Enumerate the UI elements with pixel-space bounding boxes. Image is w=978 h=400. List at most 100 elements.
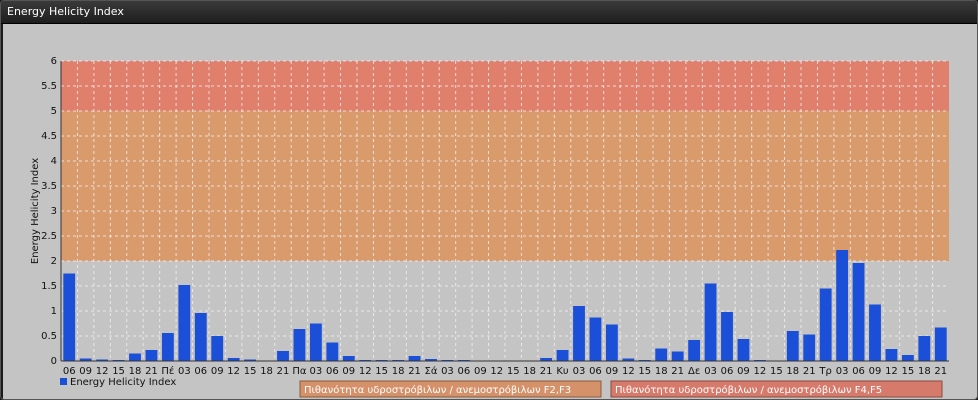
x-tick-label: 03 [178,366,191,377]
x-tick-label: 21 [934,366,947,377]
x-tick-label: 21 [145,366,158,377]
energy-helicity-chart: 00.511.522.533.544.555.56 06 09 12 15 18 21 Πέ… [30,56,949,398]
x-tick-label: 09 [342,366,355,377]
band-legend-f4-f5: Πιθανότητα υδροστρόβιλων / ανεμοστρόβιλω… [610,380,943,398]
x-tick-label: 12 [754,366,767,377]
x-tick-label: 18 [918,366,931,377]
bar [688,340,701,361]
band-legend-f2-f3: Πιθανότητα υδροστρόβιλων / ανεμοστρόβιλω… [299,380,602,398]
bar [63,273,76,361]
x-tick-label: 12 [96,366,109,377]
bar [178,285,191,361]
band-legend-label-f2-f3: Πιθανότητα υδροστρόβιλων / ανεμοστρόβιλω… [304,384,571,396]
y-tick-label: 5 [51,106,57,117]
x-tick-label: 15 [375,366,388,377]
bar [129,353,141,361]
x-tick-label: 15 [244,366,257,377]
y-tick-label: 5.5 [41,81,57,92]
y-tick-label: 2.5 [41,231,57,242]
chart-window: Energy Helicity Index 0 0.5 1 1.5 2 2.5 3 3.5 4 4… [0,0,978,400]
legend-swatch [60,378,67,385]
x-tick-label: 06 [721,366,734,377]
bar [326,342,339,361]
y-tick-label: 0 [51,356,57,367]
bar [721,312,733,361]
bar [194,313,207,361]
x-tick-label: 21 [671,366,684,377]
x-tick-label: 21 [277,366,290,377]
bar [901,355,914,361]
bar [704,283,717,361]
x-tick-label: 18 [786,366,799,377]
bar [852,263,865,361]
x-tick-label: 21 [540,366,553,377]
x-tick-label: 09 [211,366,224,377]
x-tick-label: 15 [638,366,651,377]
x-tick-label: 09 [79,366,92,377]
y-tick-label: 0.5 [41,331,57,342]
y-tick-label: 1 [51,306,57,317]
x-tick-label: 21 [803,366,816,377]
x-tick-label: 06 [852,366,865,377]
chart-panel: 0 0.5 1 1.5 2 2.5 3 3.5 4 4.5 5 5.5 6 06 09 12 15 18 21 Πέ… [3,24,977,399]
x-tick-label: 21 [408,366,421,377]
y-tick-labels: 0 0.5 1 1.5 2 2.5 3 3.5 4 4.5 5 5.5 6 [41,56,57,367]
bar [309,323,322,361]
y-tick-label: 2 [51,256,57,267]
bar [836,250,849,361]
bar [293,329,306,361]
x-tick-label: 12 [885,366,898,377]
x-tick-label: Τρ [818,366,831,377]
bar [211,336,224,361]
bar [342,356,355,361]
y-tick-label: 1.5 [41,281,57,292]
bar [934,327,947,361]
bar [671,351,684,361]
x-tick-label: 15 [507,366,520,377]
x-tick-label: 03 [704,366,717,377]
bar [786,331,799,361]
y-tick-label: 6 [51,56,57,67]
x-tick-label: 03 [836,366,849,377]
window-title: Energy Helicity Index [7,5,124,18]
x-tick-label: 12 [227,366,240,377]
x-tick-label: 18 [655,366,668,377]
x-tick-label: 06 [458,366,471,377]
bar [737,339,750,361]
x-tick-label: 18 [523,366,536,377]
bar [869,304,881,361]
x-tick-label: 12 [622,366,635,377]
x-tick-label: 06 [194,366,207,377]
x-tick-label: Δε [688,366,700,377]
x-tick-label: 15 [112,366,125,377]
x-tick-labels: 06 09 12 15 18 21 Πέ 03 06 09 12 15 18 21 Πα 03 06 09 12 15… [63,365,947,377]
bar [573,306,585,361]
x-tick-label: 06 [63,366,76,377]
bar [819,288,832,361]
x-tick-label: 15 [902,366,915,377]
band-legend-label-f4-f5: Πιθανότητα υδροστρόβιλων / ανεμοστρόβιλω… [615,384,882,396]
bar [885,349,898,361]
x-tick-label: 12 [490,366,503,377]
x-tick-label: 03 [573,366,586,377]
x-tick-label: Σά [425,365,438,377]
legend: Energy Helicity Index [60,377,176,388]
bar [277,351,289,361]
x-tick-label: 09 [474,366,487,377]
x-tick-label: Κυ [556,366,569,377]
y-tick-label: 3 [51,206,57,217]
bar [556,350,569,361]
x-tick-label: 06 [326,366,339,377]
x-tick-label: 09 [606,366,619,377]
bar [918,336,931,361]
bar [605,324,618,361]
bar [589,317,602,361]
x-tick-label: 15 [770,366,783,377]
x-tick-label: 18 [392,366,405,377]
x-tick-label: 18 [260,366,273,377]
y-tick-label: 3.5 [41,181,57,192]
bar [161,333,174,361]
x-tick-label: Πέ [161,365,174,377]
x-tick-label: 09 [869,366,882,377]
x-tick-label: Πα [292,366,307,377]
